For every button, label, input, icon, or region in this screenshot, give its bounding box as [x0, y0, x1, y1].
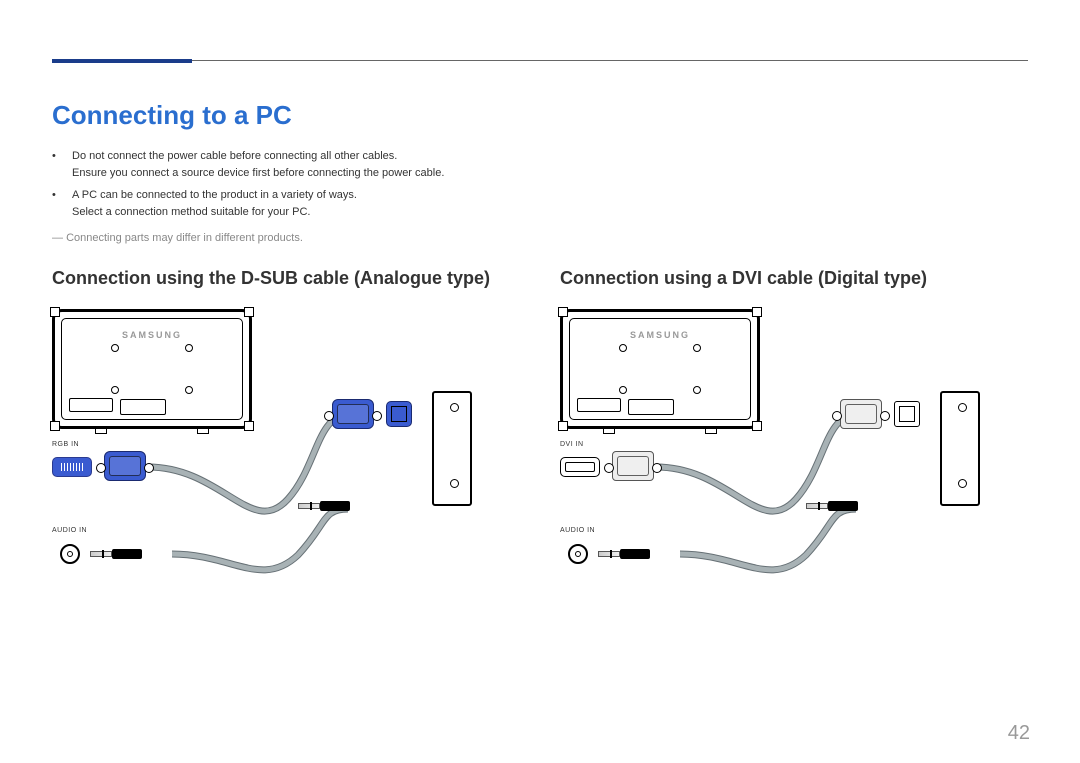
note-text: Select a connection method suitable for … [72, 206, 310, 218]
monitor-back-panel: SAMSUNG [560, 309, 760, 429]
corner-bracket-icon [50, 421, 60, 431]
stand-foot [705, 426, 717, 434]
port-label-audio: AUDIO IN [52, 527, 87, 534]
corner-bracket-icon [752, 421, 762, 431]
diagram-dvi: SAMSUNG DVI IN AUDIO IN [560, 309, 1020, 609]
audio-jack-icon [568, 544, 588, 564]
section-dvi: Connection using a DVI cable (Digital ty… [560, 268, 1040, 609]
pc-tower-icon [432, 391, 472, 506]
bullet-icon: • [52, 187, 72, 226]
note-text: Ensure you connect a source device first… [72, 167, 444, 179]
page-title: Connecting to a PC [52, 100, 292, 131]
notes-block: • Do not connect the power cable before … [52, 148, 444, 226]
vesa-hole-icon [619, 344, 627, 352]
footnote: Connecting parts may differ in different… [52, 232, 303, 244]
corner-bracket-icon [50, 307, 60, 317]
brand-label: SAMSUNG [630, 330, 690, 340]
corner-bracket-icon [752, 307, 762, 317]
corner-bracket-icon [558, 421, 568, 431]
port-label-rgb: RGB IN [52, 441, 79, 448]
vesa-hole-icon [693, 344, 701, 352]
vga-port-icon [52, 457, 92, 477]
stand-foot [197, 426, 209, 434]
section-dsub: Connection using the D-SUB cable (Analog… [52, 268, 532, 609]
pc-dvi-socket-icon [894, 401, 920, 427]
page-number: 42 [1008, 722, 1030, 745]
monitor-back-panel: SAMSUNG [52, 309, 252, 429]
vesa-hole-icon [693, 386, 701, 394]
top-rule-accent [52, 59, 192, 63]
io-panel [69, 398, 113, 412]
vesa-hole-icon [111, 344, 119, 352]
audio-miniplug-icon [828, 501, 898, 511]
top-rule [52, 60, 1028, 61]
port-label-audio: AUDIO IN [560, 527, 595, 534]
audio-miniplug-icon [112, 549, 182, 559]
brand-label: SAMSUNG [122, 330, 182, 340]
dvi-port-icon [560, 457, 600, 477]
audio-miniplug-icon [320, 501, 390, 511]
corner-bracket-icon [558, 307, 568, 317]
vesa-hole-icon [619, 386, 627, 394]
dvi-connector-icon [840, 399, 882, 429]
subheading-dsub: Connection using the D-SUB cable (Analog… [52, 268, 532, 289]
vga-connector-icon [332, 399, 374, 429]
diagram-dsub: SAMSUNG RGB IN AUDIO IN [52, 309, 512, 609]
dvi-connector-icon [612, 451, 654, 481]
port-label-dvi: DVI IN [560, 441, 584, 448]
bullet-icon: • [52, 148, 72, 187]
stand-foot [95, 426, 107, 434]
subheading-dvi: Connection using a DVI cable (Digital ty… [560, 268, 1040, 289]
note-text: A PC can be connected to the product in … [72, 189, 357, 201]
stand-foot [603, 426, 615, 434]
pc-vga-socket-icon [386, 401, 412, 427]
vesa-hole-icon [185, 344, 193, 352]
corner-bracket-icon [244, 421, 254, 431]
vga-connector-icon [104, 451, 146, 481]
io-panel [577, 398, 621, 412]
note-text: Do not connect the power cable before co… [72, 150, 397, 162]
vesa-hole-icon [185, 386, 193, 394]
pc-tower-icon [940, 391, 980, 506]
vesa-hole-icon [111, 386, 119, 394]
corner-bracket-icon [244, 307, 254, 317]
audio-jack-icon [60, 544, 80, 564]
audio-miniplug-icon [620, 549, 690, 559]
